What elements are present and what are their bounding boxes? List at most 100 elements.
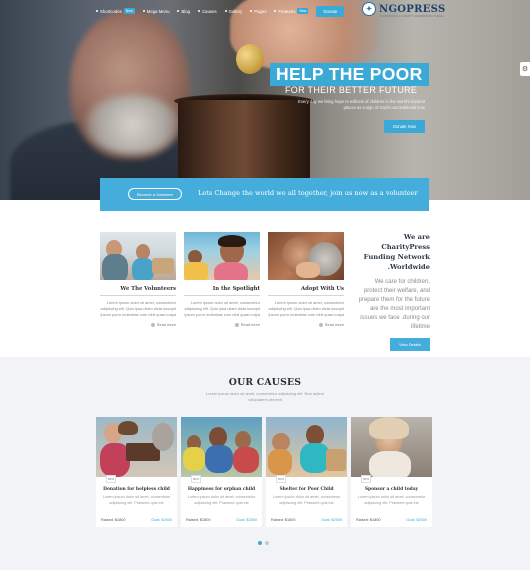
read-more-label: Read more bbox=[240, 322, 260, 327]
photo-shape bbox=[183, 447, 205, 471]
photo-shape bbox=[205, 445, 233, 473]
carousel-pager bbox=[258, 541, 269, 545]
about-text: We care for children, protect their welf… bbox=[358, 279, 430, 330]
page: Shortcodes New Mega Menu Blog Causes Gall… bbox=[0, 0, 530, 570]
cause-image[interactable] bbox=[351, 417, 432, 477]
progress-badge: 50% bbox=[276, 475, 286, 483]
cause-footer: Raised: $1800 Goal: $2500 bbox=[186, 518, 257, 522]
logo-icon: ✦ bbox=[362, 2, 376, 16]
cause-text: Lorem ipsum dolor sit amet, consectetur … bbox=[102, 495, 171, 505]
cause-title: Donation for helpless child bbox=[103, 487, 170, 492]
plus-icon bbox=[150, 322, 155, 327]
photo-shape bbox=[233, 447, 259, 473]
progress-badge: 50% bbox=[361, 475, 371, 483]
main-nav: Shortcodes New Mega Menu Blog Causes Gall… bbox=[96, 4, 345, 18]
photo-shape bbox=[118, 421, 138, 435]
hero-subtitle: FOR THEIR BETTER FUTURE bbox=[285, 85, 418, 95]
cause-image[interactable] bbox=[181, 417, 262, 477]
read-more-link[interactable]: Read more bbox=[100, 322, 176, 327]
view-details-button[interactable]: View Details bbox=[390, 338, 430, 351]
cause-image[interactable] bbox=[266, 417, 347, 477]
goal-amount: Goal: $2500 bbox=[236, 518, 257, 522]
cause-footer: Raised: $1800 Goal: $2500 bbox=[271, 518, 342, 522]
nav-label: Gallery bbox=[228, 8, 243, 14]
donate-now-button[interactable]: Donate Now bbox=[384, 120, 426, 133]
section-intro: Lorem ipsum dolor sit amet, consectetur … bbox=[205, 391, 325, 402]
photo-shape bbox=[214, 262, 248, 280]
feature-volunteers: We The Volunteers Lorem ipsum dolor sit … bbox=[100, 232, 176, 327]
feature-title: Adopt With Us bbox=[301, 286, 344, 292]
goal-amount: Goal: $2500 bbox=[406, 518, 427, 522]
donate-nav-button[interactable]: Donate bbox=[316, 5, 345, 17]
feature-text: Lorem ipsum dolor sit amet, consectetur … bbox=[184, 300, 260, 317]
nav-item-pages[interactable]: Pages bbox=[250, 9, 266, 14]
nav-item-gallery[interactable]: Gallery bbox=[224, 8, 243, 14]
feature-image[interactable] bbox=[184, 232, 260, 280]
settings-tab-icon[interactable]: ⚙ bbox=[520, 62, 530, 76]
cause-image[interactable] bbox=[96, 417, 177, 477]
plus-icon bbox=[318, 322, 323, 327]
nav-label: Causes bbox=[202, 8, 217, 14]
nav-item-causes[interactable]: Causes bbox=[198, 9, 217, 14]
pager-dot-active[interactable] bbox=[258, 541, 262, 545]
hero-text: Every day we bring hope to millions of c… bbox=[298, 99, 425, 110]
bullet-icon bbox=[224, 10, 227, 12]
nav-label: Features bbox=[278, 8, 296, 14]
photo-shape bbox=[102, 254, 128, 280]
brand-logo[interactable]: ✦ NGOPRESS FUNDRAISING & CHARITY WORDPRE… bbox=[362, 2, 446, 18]
feature-image[interactable] bbox=[268, 232, 344, 280]
cause-card[interactable]: Sponsor a child today Lorem ipsum dolor … bbox=[351, 417, 432, 527]
hero-photo-beard bbox=[85, 95, 180, 155]
cause-card[interactable]: Happiness for orphan child Lorem ipsum d… bbox=[181, 417, 262, 527]
goal-amount: Goal: $2500 bbox=[321, 518, 342, 522]
divider bbox=[100, 295, 176, 296]
photo-shape bbox=[369, 451, 411, 477]
read-more-label: Read more bbox=[324, 322, 344, 327]
brand-name: NGOPRESS bbox=[379, 3, 446, 15]
cause-text: Lorem ipsum dolor sit amet, consectetur … bbox=[272, 495, 341, 505]
bullet-icon bbox=[250, 10, 253, 12]
feature-image[interactable] bbox=[100, 232, 176, 280]
cause-footer: Raised: $1800 Goal: $2500 bbox=[101, 518, 172, 522]
new-badge: New bbox=[297, 8, 309, 14]
raised-amount: Raised: $1800 bbox=[356, 518, 381, 522]
nav-label: Shortcodes bbox=[100, 8, 122, 14]
divider bbox=[184, 295, 260, 296]
feature-text: Lorem ipsum dolor sit amet, consectetur … bbox=[100, 300, 176, 317]
volunteer-band-text: Lets Change the world we all together, j… bbox=[198, 189, 418, 197]
photo-shape bbox=[218, 235, 246, 247]
cause-title: Shelter for Poor Child bbox=[279, 487, 334, 492]
raised-amount: Raised: $1800 bbox=[101, 518, 126, 522]
read-more-link[interactable]: Read more bbox=[268, 322, 344, 327]
cause-title: Sponsor a child today bbox=[364, 487, 419, 492]
cause-text: Lorem ipsum dolor sit amet, consectetur … bbox=[187, 495, 256, 505]
raised-amount: Raised: $1800 bbox=[186, 518, 211, 522]
photo-shape bbox=[209, 427, 227, 447]
divider bbox=[268, 295, 344, 296]
volunteer-band: Become a Volunteer Lets Change the world… bbox=[100, 178, 429, 211]
about-title: We are CharityPress Funding Network .Wor… bbox=[363, 233, 430, 271]
bullet-icon bbox=[177, 10, 180, 12]
read-more-link[interactable]: Read more bbox=[184, 322, 260, 327]
photo-shape bbox=[296, 262, 320, 278]
goal-amount: Goal: $2500 bbox=[151, 518, 172, 522]
pager-dot[interactable] bbox=[265, 541, 269, 545]
cause-card[interactable]: Shelter for Poor Child Lorem ipsum dolor… bbox=[266, 417, 347, 527]
nav-label: Blog bbox=[181, 8, 191, 14]
bullet-icon bbox=[274, 10, 277, 12]
cause-card[interactable]: Donation for helpless child Lorem ipsum … bbox=[96, 417, 177, 527]
feature-spotlight: In the Spotlight Lorem ipsum dolor sit a… bbox=[184, 232, 260, 327]
nav-item-shortcodes[interactable]: Shortcodes New bbox=[96, 8, 135, 14]
photo-shape bbox=[184, 262, 208, 280]
nav-item-blog[interactable]: Blog bbox=[177, 9, 190, 14]
hero-title: HELP THE POOR bbox=[270, 63, 429, 86]
nav-item-mega-menu[interactable]: Mega Menu bbox=[142, 9, 169, 14]
photo-shape bbox=[369, 417, 409, 439]
bullet-icon bbox=[142, 10, 145, 12]
photo-shape bbox=[152, 258, 174, 274]
hero-photo-coin bbox=[236, 44, 264, 74]
raised-amount: Raised: $1800 bbox=[271, 518, 296, 522]
nav-item-features[interactable]: Features New bbox=[274, 8, 309, 14]
become-volunteer-button[interactable]: Become a Volunteer bbox=[128, 188, 182, 200]
nav-label: Pages bbox=[254, 8, 267, 14]
